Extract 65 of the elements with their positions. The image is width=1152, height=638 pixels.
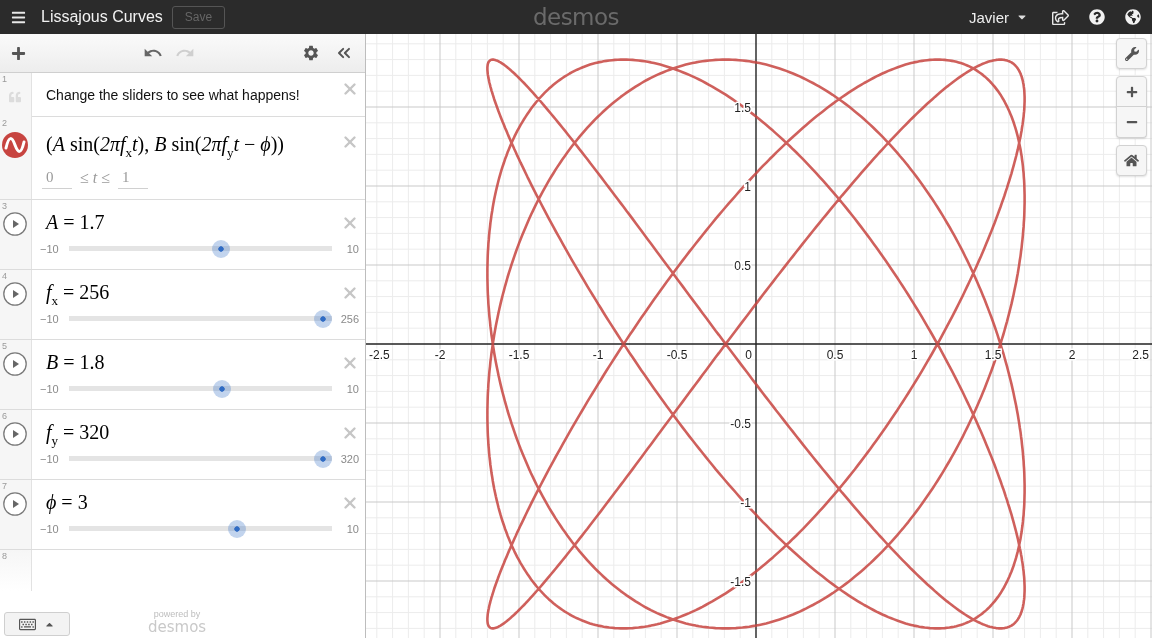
row-number: 2 — [1, 117, 7, 129]
row-number: 4 — [1, 270, 7, 282]
globe-icon[interactable] — [1125, 9, 1141, 25]
help-icon[interactable] — [1089, 9, 1105, 25]
slider-thumb[interactable] — [314, 450, 332, 468]
slider-min-label: −10 — [40, 523, 59, 535]
axis-tick-label: -0.5 — [730, 416, 751, 431]
slider-max-label: 10 — [345, 243, 359, 255]
slider-thumb[interactable] — [212, 240, 231, 258]
note-text: Change the sliders to see what happens! — [46, 87, 300, 103]
row-number: 3 — [1, 200, 7, 212]
axis-tick-label: -1.5 — [508, 348, 530, 362]
play-icon[interactable] — [3, 422, 27, 446]
slider-thumb[interactable] — [228, 520, 247, 538]
axis-tick-label: 2 — [1068, 348, 1076, 362]
slider-max-label: 10 — [345, 523, 359, 535]
slider-expression[interactable]: ϕ = 3 — [46, 491, 88, 514]
row-number: 6 — [1, 410, 7, 422]
axis-tick-label: 0 — [745, 348, 752, 362]
inequality-text: ≤ t ≤ — [80, 169, 110, 187]
axis-tick-label: 2.5 — [1132, 348, 1149, 362]
slider-expression[interactable]: f$_{x}$ = 256 — [46, 281, 110, 304]
play-icon[interactable] — [3, 352, 27, 376]
plus-icon[interactable] — [11, 45, 26, 61]
axis-tick-label: -0.5 — [666, 348, 688, 362]
axis-tick-label: 0.5 — [734, 258, 751, 273]
slider-max-label: 10 — [345, 383, 359, 395]
axis-tick-label: -1 — [592, 348, 604, 362]
row-number: 5 — [1, 340, 7, 352]
play-icon[interactable] — [3, 212, 27, 236]
row-number: 8 — [1, 550, 7, 562]
slider-min-label: −10 — [40, 383, 59, 395]
slider-min-label: −10 — [40, 313, 59, 325]
play-icon[interactable] — [3, 492, 27, 516]
home-icon — [1124, 153, 1139, 168]
slider-min-label: −10 — [40, 453, 59, 465]
wrench-icon — [1124, 46, 1139, 61]
play-icon[interactable] — [3, 282, 27, 306]
axis-tick-label: 0.5 — [826, 348, 844, 362]
quote-icon — [9, 91, 21, 103]
row-number: 7 — [1, 480, 7, 492]
axis-tick-label: 1 — [910, 348, 918, 362]
user-menu[interactable]: Javier — [969, 8, 1028, 26]
slider-max-label: 256 — [339, 313, 359, 325]
axis-tick-label: -2 — [434, 348, 446, 362]
settings-icon[interactable] — [302, 44, 320, 62]
axis-tick-label: -2.5 — [369, 348, 390, 362]
slider-max-label: 320 — [339, 453, 359, 465]
row-number: 1 — [1, 73, 7, 85]
plus-icon — [1125, 85, 1138, 98]
slider-thumb[interactable] — [213, 380, 232, 398]
slider-expression[interactable]: A = 1.7 — [46, 211, 105, 234]
graph-settings-button[interactable] — [1116, 38, 1147, 69]
slider-expression[interactable]: B = 1.8 — [46, 351, 105, 374]
keyboard-button[interactable] — [4, 612, 70, 636]
menu-icon[interactable] — [11, 9, 26, 25]
home-button[interactable] — [1116, 145, 1147, 176]
share-icon[interactable] — [1052, 8, 1069, 26]
axis-tick-label: 1 — [744, 179, 751, 194]
slider-thumb[interactable] — [314, 310, 332, 328]
zoom-in-button[interactable] — [1116, 76, 1147, 107]
brand-logo: desmos — [532, 5, 620, 29]
document-title: Lissajous Curves — [41, 8, 163, 26]
zoom-out-button[interactable] — [1116, 107, 1147, 138]
slider-min-label: −10 — [40, 243, 59, 255]
